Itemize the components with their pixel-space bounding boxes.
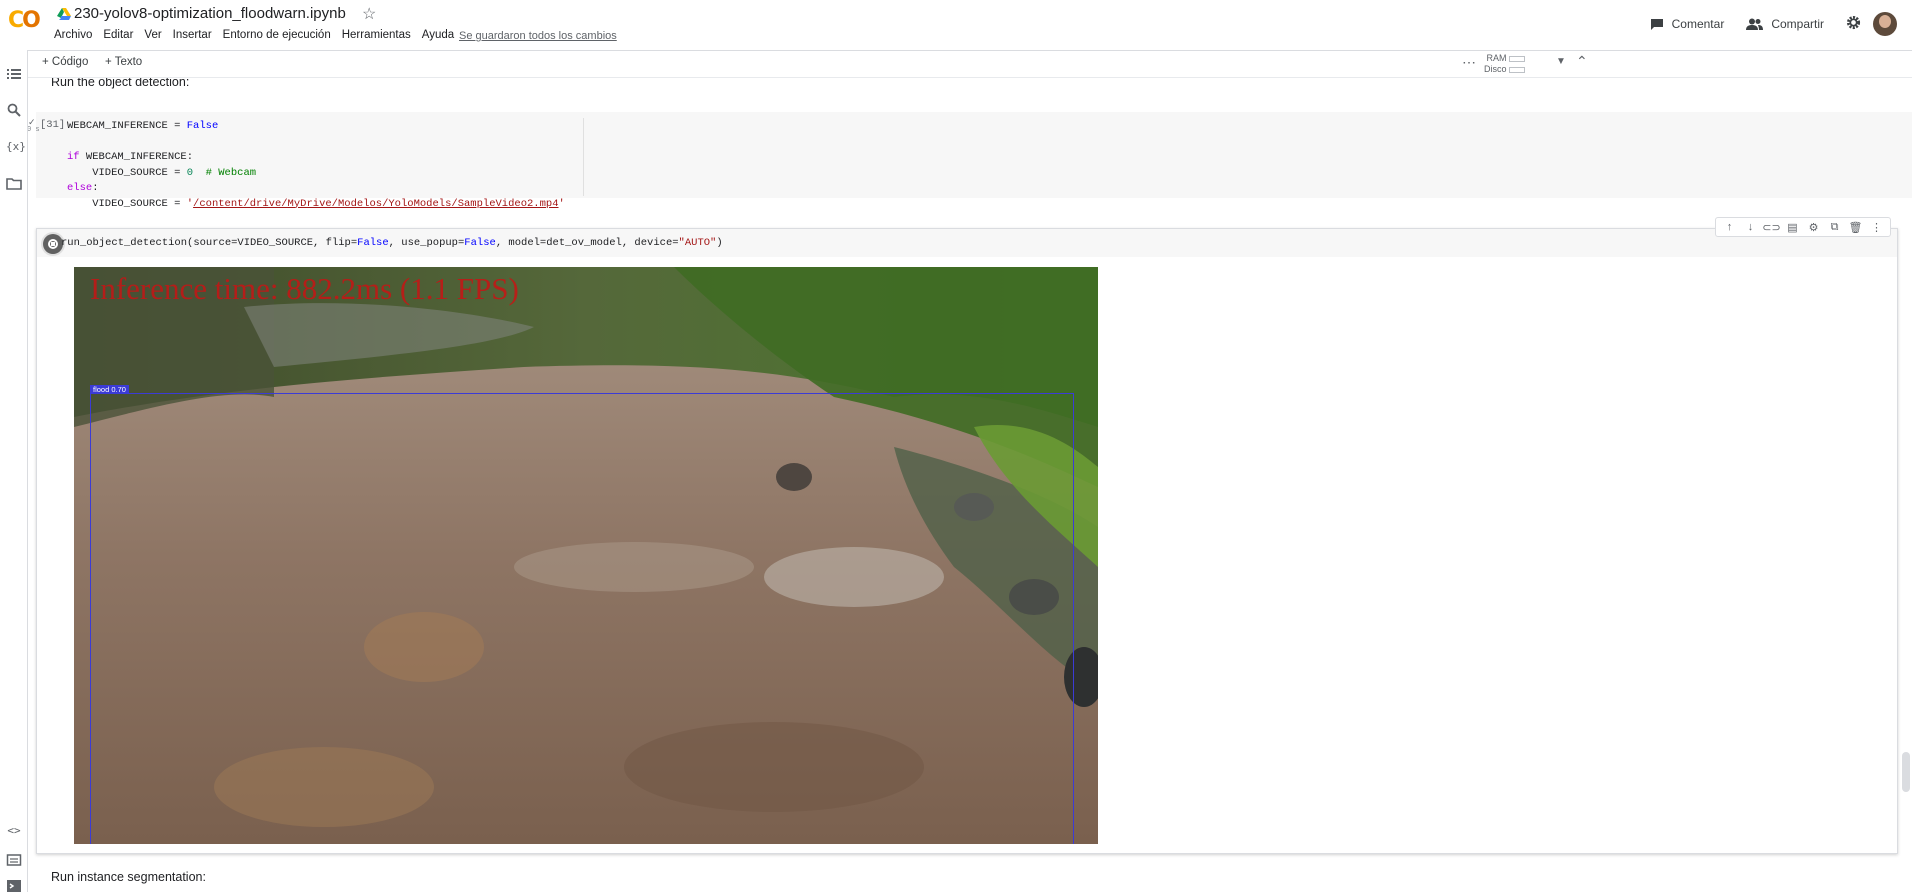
mirror-cell-icon[interactable]: ⧉ [1824,221,1845,234]
share-label: Compartir [1771,17,1824,31]
more-vert-icon[interactable]: ⋮ [1866,221,1887,234]
cell-toolbar: ↑ ↓ ⊂⊃ ▤ ⚙ ⧉ 🗑 ⋮ [1715,217,1891,237]
delete-icon[interactable]: 🗑 [1845,221,1866,234]
notebook-toolbar: + Código + Texto ⋯ RAM Disco ▼ ⌃ [28,50,1912,78]
star-icon[interactable]: ☆ [362,4,376,24]
scrollbar[interactable] [1902,752,1910,792]
comment-icon [1650,18,1663,30]
text-cell-instance-segmentation[interactable]: Run instance segmentation: [51,870,206,884]
header: CO 230-yolov8-optimization_floodwarn.ipy… [0,0,1912,50]
menu-ayuda[interactable]: Ayuda [422,29,454,41]
output-video-frame: Inference time: 882.2ms (1.1 FPS) flood … [74,267,1098,844]
avatar[interactable] [1873,12,1897,36]
menu-editar[interactable]: Editar [103,29,133,41]
add-text-button[interactable]: + Texto [105,56,142,68]
command-palette-icon[interactable] [6,852,22,868]
notebook-title[interactable]: 230-yolov8-optimization_floodwarn.ipynb [74,5,346,22]
code-line: VIDEO_SOURCE = '/content/drive/MyDrive/M… [67,197,565,210]
share-button[interactable]: Compartir [1746,17,1824,31]
editor-divider [583,118,584,196]
more-icon[interactable]: ⋯ [1462,54,1476,71]
text-cell-object-detection[interactable]: Run the object detection: [51,78,189,89]
resource-monitor[interactable]: RAM Disco [1484,53,1525,75]
detection-bounding-box [90,393,1074,844]
code-editor[interactable]: WEBCAM_INFERENCE = False if WEBCAM_INFER… [67,119,565,212]
menu-insertar[interactable]: Insertar [173,29,212,41]
menu-ver[interactable]: Ver [144,29,161,41]
move-up-icon[interactable]: ↑ [1719,221,1740,233]
notebook-content: Run the object detection: ✓ 0 s [31] WEB… [28,78,1912,892]
code-line: if WEBCAM_INFERENCE: [67,151,194,163]
code-editor-row: run_object_detection(source=VIDEO_SOURCE… [37,229,1897,257]
stop-execution-button[interactable] [43,234,63,254]
menu-herramientas[interactable]: Herramientas [342,29,411,41]
disk-bar [1508,66,1525,73]
search-icon[interactable] [6,102,22,118]
comment-button[interactable]: Comentar [1650,17,1725,31]
header-actions: Comentar Compartir [1650,10,1912,38]
link-icon[interactable]: ⊂⊃ [1761,221,1782,234]
chevron-down-icon[interactable]: ▼ [1556,56,1566,67]
move-down-icon[interactable]: ↓ [1740,221,1761,233]
variables-icon[interactable]: {x} [6,140,26,156]
add-code-button[interactable]: + Código [42,56,88,68]
code-line: else: [67,182,99,194]
code-line[interactable]: run_object_detection(source=VIDEO_SOURCE… [61,237,723,249]
code-line: WEBCAM_INFERENCE = False [67,120,219,132]
comment-label: Comentar [1671,17,1725,31]
ram-label: RAM [1486,53,1507,63]
execution-count: [31] [40,119,66,131]
drive-icon [57,8,71,20]
exec-time: 0 s [28,126,40,134]
menu-archivo[interactable]: Archivo [54,29,92,41]
toc-icon[interactable] [6,66,22,82]
ram-bar [1508,55,1525,62]
menu-entorno[interactable]: Entorno de ejecución [223,29,331,41]
code-snippets-icon[interactable]: <> [6,824,22,840]
gear-icon [1846,15,1861,30]
share-icon [1746,18,1764,30]
folder-icon[interactable] [6,176,22,192]
code-line: VIDEO_SOURCE = 0 # Webcam [67,166,257,179]
cell-settings-icon[interactable]: ⚙ [1803,221,1824,234]
chevron-up-icon[interactable]: ⌃ [1576,53,1588,70]
colab-logo[interactable]: CO [8,8,42,36]
save-status-link[interactable]: Se guardaron todos los cambios [459,30,617,42]
left-sidebar: {x} <> [0,50,28,892]
menu-bar: Archivo Editar Ver Insertar Entorno de e… [54,29,465,41]
inference-time-overlay: Inference time: 882.2ms (1.1 FPS) [90,271,519,306]
comment-cell-icon[interactable]: ▤ [1782,221,1803,234]
settings-button[interactable] [1846,15,1861,33]
code-cell-webcam[interactable]: ✓ 0 s [31] WEBCAM_INFERENCE = False if W… [28,112,1912,210]
code-cell-run-detection[interactable]: run_object_detection(source=VIDEO_SOURCE… [36,217,1898,854]
detection-label: flood 0.70 [90,385,129,394]
disk-label: Disco [1484,64,1507,74]
